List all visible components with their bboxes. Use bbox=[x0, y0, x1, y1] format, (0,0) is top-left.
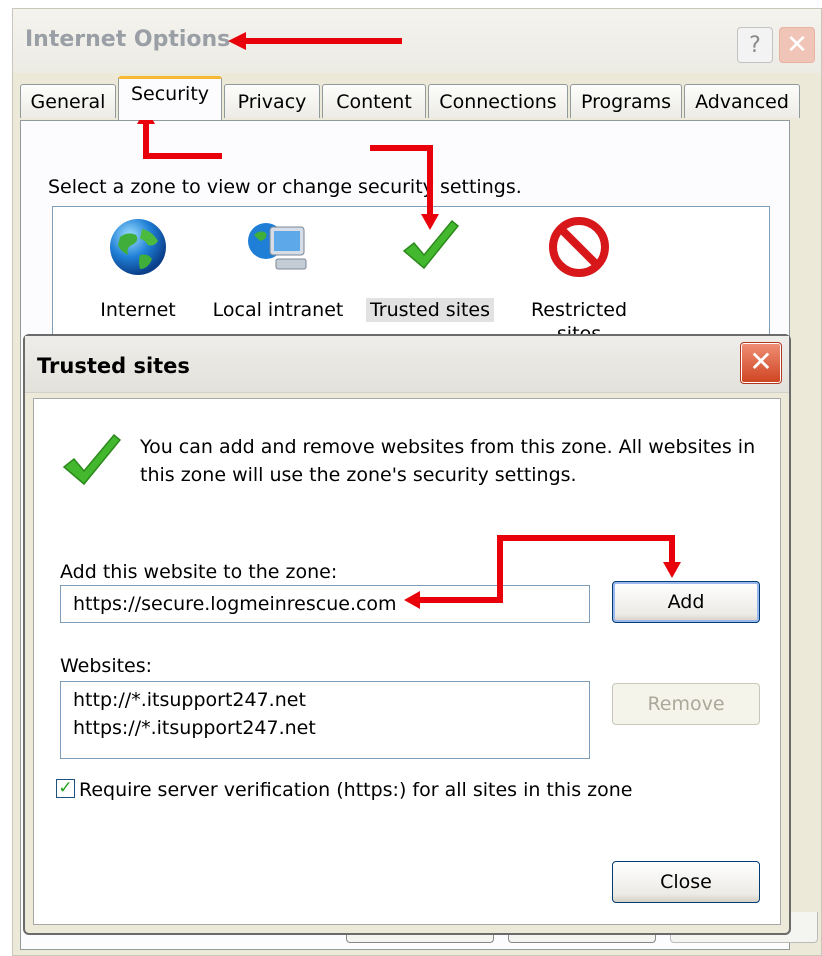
remove-button[interactable]: Remove bbox=[612, 683, 760, 725]
list-item[interactable]: https://*.itsupport247.net bbox=[73, 714, 577, 742]
zone-prompt: Select a zone to view or change security… bbox=[48, 176, 522, 198]
tab-general[interactable]: General bbox=[20, 84, 116, 118]
intranet-icon bbox=[248, 223, 307, 270]
tab-security[interactable]: Security bbox=[118, 76, 222, 120]
tab-connections[interactable]: Connections bbox=[428, 84, 568, 118]
add-button[interactable]: Add bbox=[612, 581, 760, 623]
close-button[interactable]: Close bbox=[612, 861, 760, 903]
help-button[interactable]: ? bbox=[737, 27, 773, 63]
zone-trusted-sites[interactable]: Trusted sites bbox=[363, 215, 497, 322]
zone-label-local-intranet: Local intranet bbox=[212, 299, 344, 321]
tab-privacy[interactable]: Privacy bbox=[224, 84, 320, 118]
website-url-input[interactable] bbox=[60, 585, 590, 623]
dialog-titlebar: Trusted sites ✕ bbox=[25, 336, 789, 393]
websites-label: Websites: bbox=[60, 655, 153, 677]
zone-internet[interactable]: Internet bbox=[83, 215, 193, 322]
globe-icon bbox=[110, 219, 166, 275]
zone-label-trusted-sites: Trusted sites bbox=[365, 298, 495, 322]
add-website-label: Add this website to the zone: bbox=[60, 561, 338, 583]
window-close-button[interactable]: ✕ bbox=[779, 27, 815, 63]
zone-local-intranet[interactable]: Local intranet bbox=[203, 215, 353, 322]
tab-advanced[interactable]: Advanced bbox=[684, 84, 800, 118]
require-verification-row[interactable]: ✓ Require server verification (https:) fo… bbox=[56, 777, 632, 803]
checkmark-icon bbox=[402, 219, 460, 270]
list-item[interactable]: http://*.itsupport247.net bbox=[73, 686, 577, 714]
restricted-icon bbox=[549, 217, 609, 277]
dialog-body: You can add and remove websites from thi… bbox=[33, 398, 781, 925]
trusted-checkmark-icon bbox=[62, 433, 122, 486]
zone-label-internet: Internet bbox=[100, 299, 176, 321]
dialog-title: Trusted sites bbox=[37, 354, 190, 378]
websites-list[interactable]: http://*.itsupport247.net https://*.itsu… bbox=[60, 681, 590, 759]
tab-programs[interactable]: Programs bbox=[570, 84, 682, 118]
zone-list: Internet Local intranet Trusted sites Re… bbox=[52, 206, 770, 346]
zone-restricted-sites[interactable]: Restricted sites bbox=[519, 215, 639, 346]
dialog-description: You can add and remove websites from thi… bbox=[140, 436, 756, 486]
internet-options-titlebar: Internet Options ? ✕ bbox=[13, 9, 821, 73]
trusted-sites-dialog: Trusted sites ✕ You can add and remove w… bbox=[23, 334, 791, 935]
tab-content[interactable]: Content bbox=[322, 84, 426, 118]
require-verification-label: Require server verification (https:) for… bbox=[79, 779, 633, 801]
require-verification-checkbox[interactable]: ✓ bbox=[56, 779, 75, 798]
zone-label-wrap: Trusted sites bbox=[363, 298, 497, 322]
window-title: Internet Options bbox=[25, 27, 231, 52]
dialog-close-icon[interactable]: ✕ bbox=[740, 342, 782, 384]
